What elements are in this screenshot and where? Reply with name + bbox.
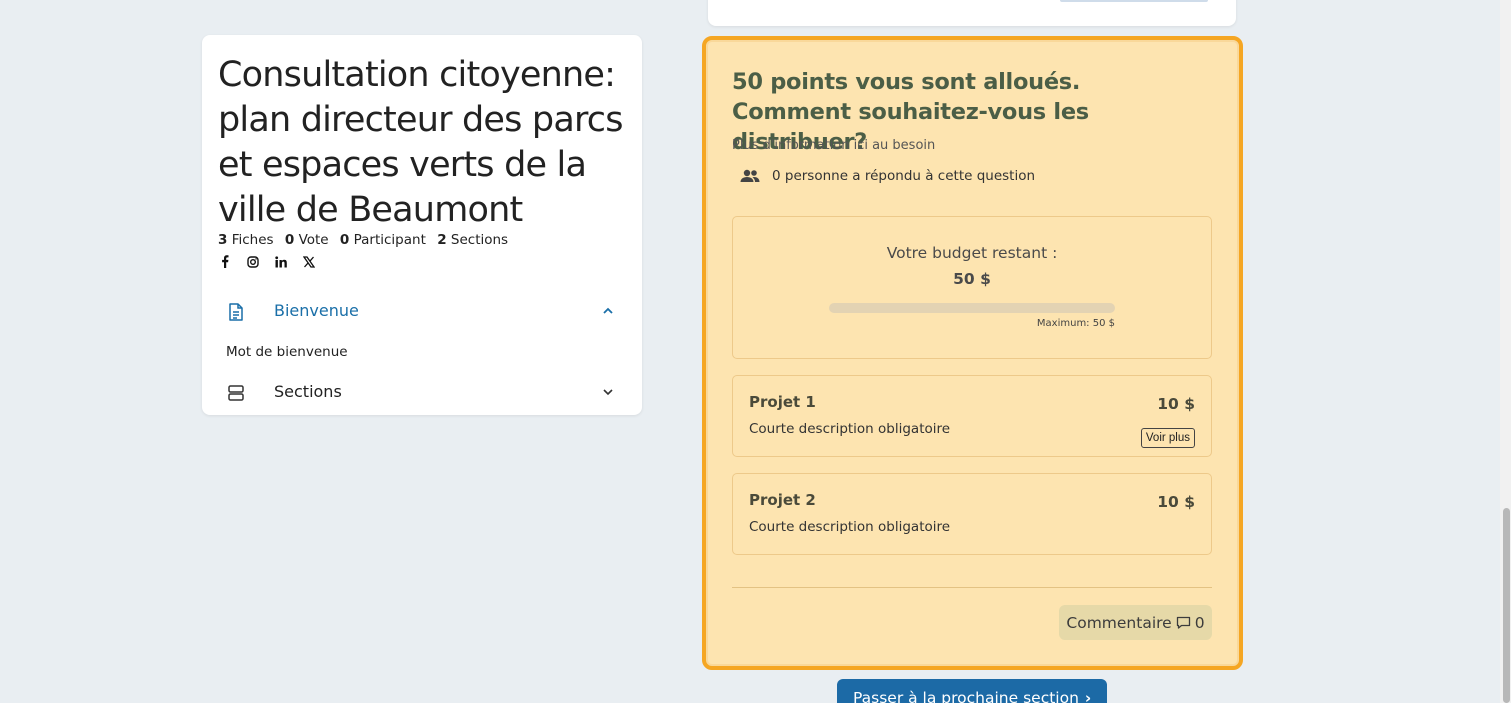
- project-amount: 10 $: [1157, 493, 1195, 511]
- budget-progress-bar: [829, 303, 1115, 313]
- fiches-count: 3: [218, 232, 228, 248]
- project-description: Courte description obligatoire: [749, 519, 951, 535]
- facebook-icon[interactable]: [218, 255, 231, 268]
- comment-button[interactable]: Commentaire 0: [1059, 605, 1212, 640]
- question-info: Plus d'information ici au besoin: [732, 138, 936, 153]
- budget-label: Votre budget restant :: [886, 244, 1058, 262]
- comment-label: Commentaire: [1066, 613, 1172, 632]
- sections-label: Sections: [450, 232, 509, 248]
- consultation-stats: 3 Fiches 0 Vote 0 Participant 2 Sections: [218, 232, 515, 248]
- chevron-right-icon: ›: [1084, 689, 1092, 703]
- nav-item-sections-label: Sections: [274, 382, 342, 401]
- instagram-icon[interactable]: [246, 255, 259, 268]
- nav-item-bienvenue[interactable]: Bienvenue: [202, 295, 642, 327]
- previous-question-card: [708, 0, 1236, 26]
- nav-subitem-mot-de-bienvenue[interactable]: Mot de bienvenue: [226, 344, 348, 360]
- chevron-down-icon[interactable]: [602, 386, 614, 398]
- participants-label: Participant: [353, 232, 426, 248]
- consultation-card: Consultation citoyenne: plan directeur d…: [202, 35, 642, 415]
- consultation-title: Consultation citoyenne: plan directeur d…: [218, 55, 623, 230]
- fiches-label: Fiches: [231, 232, 274, 248]
- project-description: Courte description obligatoire: [749, 421, 951, 437]
- next-section-label: Passer à la prochaine section: [853, 689, 1079, 703]
- budget-box: Votre budget restant : 50 $ Maximum: 50 …: [732, 216, 1212, 359]
- votes-count: 0: [284, 232, 295, 248]
- sections-stack-icon: [228, 385, 244, 401]
- next-section-button[interactable]: Passer à la prochaine section ›: [837, 679, 1107, 703]
- previous-card-button-edge: [1060, 0, 1208, 2]
- nav-item-sections[interactable]: Sections: [202, 376, 642, 408]
- voir-plus-button[interactable]: Voir plus: [1140, 428, 1195, 448]
- budget-max: Maximum: 50 $: [1036, 318, 1115, 329]
- response-count: 0 personne a répondu à cette question: [740, 168, 1035, 184]
- question-card: 50 points vous sont alloués. Comment sou…: [702, 36, 1243, 670]
- chevron-up-icon[interactable]: [602, 305, 614, 317]
- project-card[interactable]: Projet 2 Courte description obligatoire …: [732, 473, 1212, 555]
- participants-count: 0: [339, 232, 350, 248]
- nav-item-bienvenue-label: Bienvenue: [274, 301, 359, 320]
- comment-count: 0: [1194, 613, 1205, 632]
- scrollbar-thumb[interactable]: [1503, 508, 1510, 703]
- people-icon: [740, 169, 760, 182]
- divider: [732, 587, 1212, 588]
- document-icon: [229, 303, 243, 321]
- linkedin-icon[interactable]: [274, 255, 287, 268]
- sections-count: 2: [437, 232, 447, 248]
- project-amount: 10 $: [1157, 395, 1195, 413]
- project-name: Projet 2: [749, 491, 816, 509]
- comment-bubble-icon: [1176, 616, 1190, 629]
- budget-value: 50 $: [953, 270, 991, 288]
- x-twitter-icon[interactable]: [302, 255, 315, 268]
- project-name: Projet 1: [749, 393, 816, 411]
- response-count-label: 0 personne a répondu à cette question: [772, 168, 1036, 184]
- social-links: [218, 255, 315, 268]
- project-card[interactable]: Projet 1 Courte description obligatoire …: [732, 375, 1212, 457]
- votes-label: Vote: [298, 232, 329, 248]
